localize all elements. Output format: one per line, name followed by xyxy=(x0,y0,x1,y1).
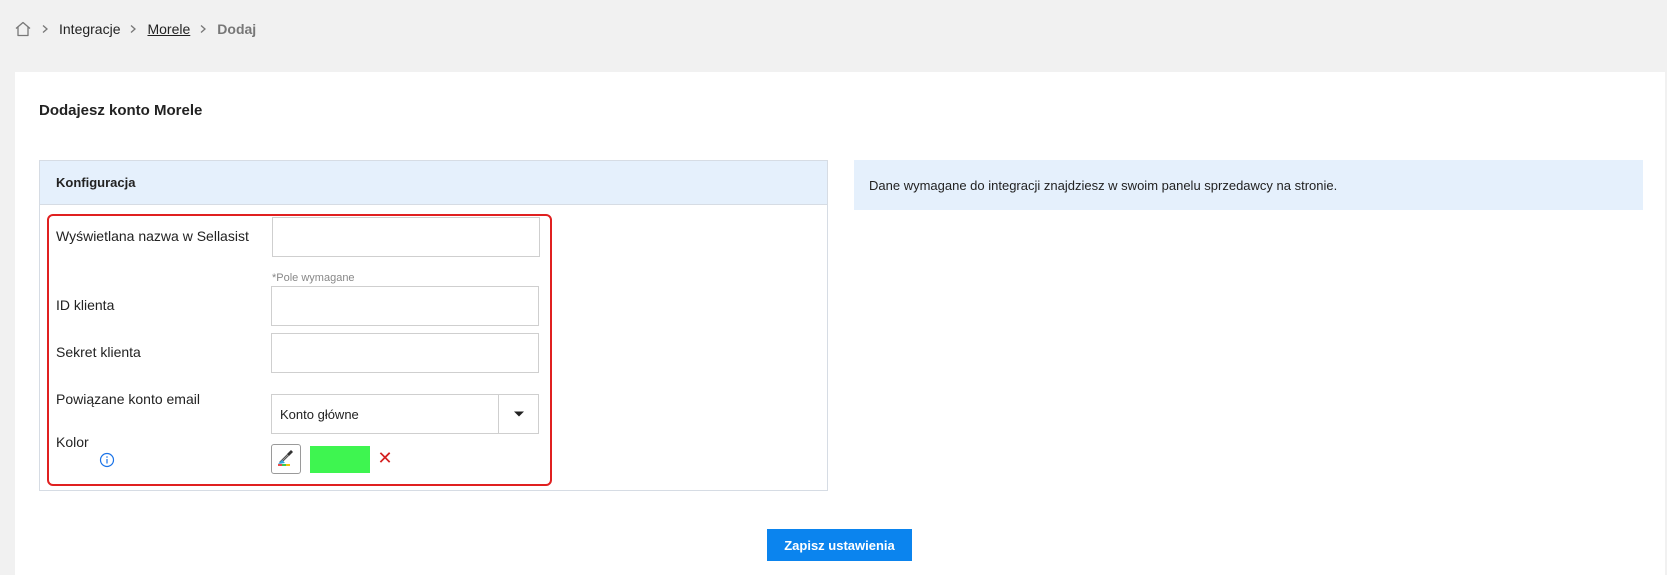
eyedropper-icon xyxy=(276,447,296,472)
chevron-right-icon xyxy=(198,24,208,34)
breadcrumb-item-integracje[interactable]: Integracje xyxy=(59,21,120,37)
required-hint: *Pole wymagane xyxy=(272,272,355,284)
email-account-selected: Konto główne xyxy=(280,406,359,422)
info-text: Dane wymagane do integracji znajdziesz w… xyxy=(869,177,1338,193)
color-swatch[interactable] xyxy=(310,446,370,473)
breadcrumb-item-morele[interactable]: Morele xyxy=(147,21,190,37)
breadcrumb: Integracje Morele Dodaj xyxy=(14,18,256,40)
info-circle-icon[interactable] xyxy=(99,452,115,468)
config-header: Konfiguracja xyxy=(40,161,827,205)
color-label: Kolor xyxy=(56,434,89,450)
chevron-right-icon xyxy=(40,24,50,34)
client-id-input[interactable] xyxy=(271,286,539,326)
display-name-input[interactable] xyxy=(272,217,540,257)
email-account-label: Powiązane konto email xyxy=(56,391,200,407)
client-secret-input[interactable] xyxy=(271,333,539,373)
chevron-right-icon xyxy=(128,24,138,34)
home-icon[interactable] xyxy=(14,20,32,38)
config-panel: Konfiguracja Wyświetlana nazwa w Sellasi… xyxy=(39,160,828,491)
save-button[interactable]: Zapisz ustawienia xyxy=(767,529,912,561)
email-account-select[interactable]: Konto główne xyxy=(271,394,539,434)
client-secret-label: Sekret klienta xyxy=(56,344,141,360)
page-title: Dodajesz konto Morele xyxy=(39,102,203,119)
main-card: Dodajesz konto Morele Konfiguracja Wyświ… xyxy=(15,72,1665,575)
color-picker-button[interactable] xyxy=(271,444,301,474)
client-id-label: ID klienta xyxy=(56,297,115,313)
display-name-label: Wyświetlana nazwa w Sellasist xyxy=(56,228,249,244)
clear-color-icon[interactable]: ✕ xyxy=(375,448,395,468)
breadcrumb-item-current: Dodaj xyxy=(217,21,257,37)
caret-down-icon[interactable] xyxy=(498,395,538,433)
info-box: Dane wymagane do integracji znajdziesz w… xyxy=(854,160,1643,210)
